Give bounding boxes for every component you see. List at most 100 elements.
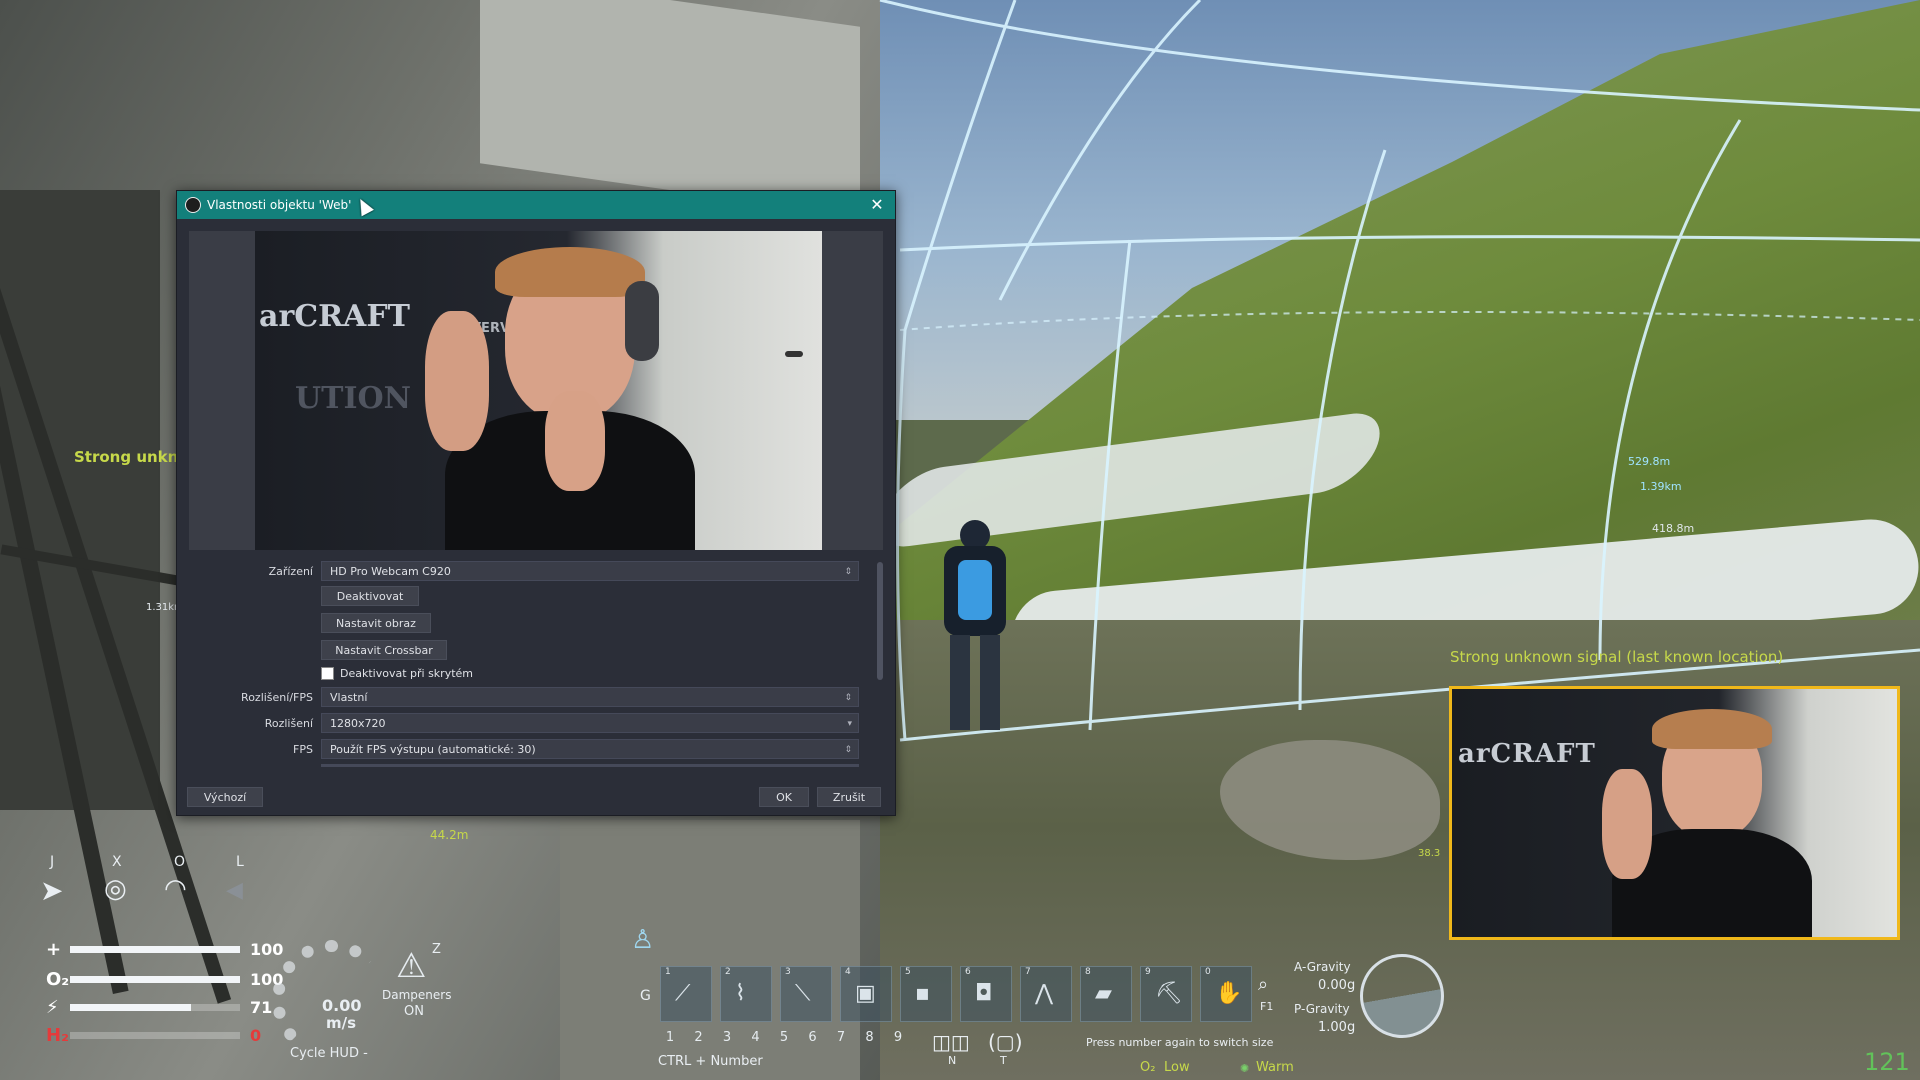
properties-scrollbar[interactable]: [877, 562, 883, 680]
toolbar-slot[interactable]: 3 ⟍: [780, 966, 832, 1022]
source-preview: arCRAFT UTION VERV: [189, 231, 883, 550]
temperature-status: Warm: [1256, 1060, 1294, 1075]
signal-label-right: Strong unknown signal (last known locati…: [1450, 648, 1784, 666]
p-gravity-label: P-Gravity: [1294, 1002, 1350, 1016]
configure-video-button[interactable]: Nastavit obraz: [321, 613, 431, 633]
device-select[interactable]: HD Pro Webcam C920 ⇕: [321, 561, 859, 581]
tool-icon: ⛏: [1155, 981, 1183, 1006]
cancel-button[interactable]: Zrušit: [817, 787, 881, 807]
toolbar-slot[interactable]: 1 ⟋: [660, 966, 712, 1022]
search-icon: ⌕: [1258, 974, 1269, 995]
toolbar-slot-number: 6: [965, 967, 971, 977]
door-handle-icon: [785, 351, 803, 357]
fps-label: FPS: [293, 743, 313, 756]
ship-distance: 44.2m: [430, 828, 469, 842]
energy-bar: [70, 1003, 240, 1011]
toolbar-slot[interactable]: 8 ▰: [1080, 966, 1132, 1022]
helmet-icon: ♙: [631, 925, 655, 955]
a-gravity-value: 0.00g: [1318, 978, 1356, 993]
checkbox-box[interactable]: [321, 667, 334, 680]
resolution-fps-type-select[interactable]: Vlastní ⇕: [321, 687, 859, 707]
toolbar-page-key: 1: [665, 1030, 675, 1045]
webcam-overlay: arCRAFT: [1449, 686, 1900, 940]
toolbar-page-key: 2: [694, 1030, 703, 1045]
toolbar-page-key: 3: [722, 1030, 732, 1045]
broadcast-icon: ◎: [104, 874, 127, 904]
updown-icon: ⇕: [844, 745, 852, 755]
ctrl-number-hint: CTRL + Number: [658, 1054, 763, 1069]
toolbar-slot-number: 0: [1205, 967, 1211, 977]
tool-icon: ⋀: [1035, 981, 1054, 1006]
mode-icon-t: (▢): [988, 1030, 1023, 1054]
toolbar-page-key: 4: [751, 1030, 760, 1045]
toolbar-slot[interactable]: 0 ✋: [1200, 966, 1252, 1022]
tool-icon: ◘: [975, 981, 993, 1006]
dialog-titlebar[interactable]: Vlastnosti objektu 'Web' ✕: [177, 191, 895, 219]
a-gravity-label: A-Gravity: [1294, 960, 1351, 974]
tool-icon: ⟋: [675, 981, 691, 1006]
toolbar-slot[interactable]: 6 ◘: [960, 966, 1012, 1022]
toolbar-slot-number: 4: [845, 967, 851, 977]
fps-select[interactable]: Použít FPS výstupu (automatické: 30) ⇕: [321, 739, 859, 759]
toolbar-slot[interactable]: 5 ▪: [900, 966, 952, 1022]
resolution-fps-type-value: Vlastní: [330, 691, 368, 704]
fps-value: Použít FPS výstupu (automatické: 30): [330, 743, 536, 756]
tool-icon: ▰: [1095, 981, 1112, 1006]
deactivate-when-hidden-label: Deaktivovat při skrytém: [340, 667, 474, 680]
oxygen-icon: O₂: [46, 968, 70, 990]
close-icon[interactable]: ✕: [867, 195, 887, 214]
toolbar-slot[interactable]: 4 ▣: [840, 966, 892, 1022]
warning-icon: ⚠: [396, 946, 427, 986]
toggle-key-jetpack: J: [50, 854, 55, 870]
ok-button[interactable]: OK: [759, 787, 809, 807]
defaults-button[interactable]: Výchozí: [187, 787, 263, 807]
poster-text: arCRAFT: [259, 299, 410, 334]
tool-icon: ▣: [855, 981, 876, 1006]
properties-form: Zařízení HD Pro Webcam C920 ⇕ Deaktivova…: [177, 561, 895, 781]
deactivate-button[interactable]: Deaktivovat: [321, 586, 419, 606]
toolbar-page-key: 9: [893, 1030, 903, 1045]
horizon-indicator: [1360, 954, 1444, 1038]
marker-distance: 418.8m: [1652, 522, 1695, 535]
speed-unit: m/s: [326, 1014, 357, 1032]
configure-crossbar-button[interactable]: Nastavit Crossbar: [321, 640, 447, 660]
mode-key-t: T: [1000, 1054, 1007, 1067]
toolbar-slot-number: 3: [785, 967, 791, 977]
updown-icon: ⇕: [844, 567, 852, 577]
fps-counter: 121: [1864, 1048, 1910, 1076]
temperature-icon: ✺: [1240, 1062, 1250, 1075]
hydrogen-bar: [70, 1031, 240, 1039]
stat-health: + 100: [46, 938, 290, 960]
toolbar-slot-number: 7: [1025, 967, 1031, 977]
light-icon: ◀: [226, 878, 243, 903]
resolution-value: 1280x720: [330, 717, 386, 730]
toggle-key-antenna: O: [174, 854, 186, 870]
health-icon: +: [46, 938, 62, 960]
deactivate-when-hidden-checkbox[interactable]: Deaktivovat při skrytém: [321, 667, 473, 680]
jetpack-icon: ➤: [40, 874, 64, 907]
device-value: HD Pro Webcam C920: [330, 565, 451, 578]
tool-icon: ✋: [1215, 981, 1243, 1006]
dampeners-label: Dampeners: [382, 988, 452, 1002]
toolbar-slot[interactable]: 9 ⛏: [1140, 966, 1192, 1022]
poster-text-2: UTION: [295, 381, 412, 416]
toolbar-page-key: 8: [865, 1030, 874, 1045]
toolbar-slot-number: 8: [1085, 967, 1091, 977]
o2-status-value: Low: [1164, 1060, 1190, 1075]
speed-value: 0.00: [322, 996, 362, 1015]
f1-key: F1: [1260, 1000, 1274, 1013]
stat-energy: ⚡ 71: [46, 997, 290, 1018]
toggle-key-light: L: [236, 854, 244, 870]
switch-size-hint: Press number again to switch size: [1086, 1036, 1274, 1049]
resolution-combobox[interactable]: 1280x720 ▾: [321, 713, 859, 733]
astronaut: [930, 520, 1020, 740]
tool-icon: ⟍: [795, 981, 811, 1006]
toolbar-slot[interactable]: 7 ⋀: [1020, 966, 1072, 1022]
antenna-icon: ◠: [164, 874, 187, 904]
tool-icon: ⌇: [735, 981, 746, 1006]
dialog-title: Vlastnosti objektu 'Web': [207, 198, 352, 212]
p-gravity-value: 1.00g: [1318, 1020, 1356, 1035]
person: [425, 241, 705, 550]
toolbar-slot[interactable]: 2 ⌇: [720, 966, 772, 1022]
tool-icon: ▪: [915, 981, 930, 1006]
